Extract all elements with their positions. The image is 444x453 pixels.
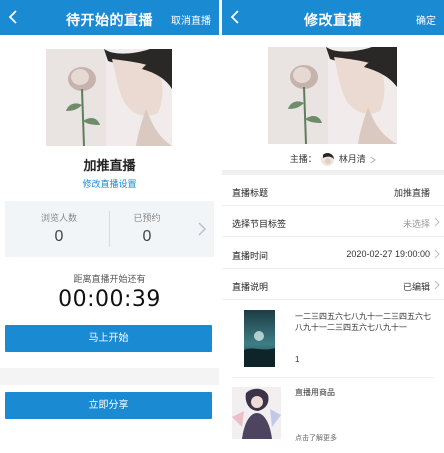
stat-views: 浏览人数 0 — [9, 201, 109, 257]
countdown-label: 距离直播开始还有 — [73, 274, 146, 284]
stat-value: 0 — [142, 228, 152, 245]
chevron-right-icon — [434, 249, 440, 259]
live-title: 加推直播 — [83, 158, 136, 173]
live-cover-image — [46, 49, 172, 146]
goods-title: 直播用商品 — [295, 388, 335, 397]
program-count: 1 — [295, 355, 300, 364]
row-label: 选择节目标签 — [232, 219, 287, 229]
navbar: 待开始的直播 取消直播 — [0, 0, 219, 35]
row-value: 加推直播 — [393, 188, 430, 198]
chevron-right-icon — [434, 280, 440, 290]
row-value: 已编辑 — [402, 282, 430, 292]
host-name: 林月清 — [338, 154, 366, 164]
chevron-right-icon — [198, 222, 206, 236]
stat-label: 浏览人数 — [40, 213, 77, 223]
cancel-live-button[interactable]: 取消直播 — [171, 12, 211, 27]
share-button[interactable]: 立即分享 — [5, 392, 212, 419]
row-program-tag[interactable]: 选择节目标签 未选择 — [222, 206, 444, 237]
stat-reservations: 已预约 0 — [97, 201, 197, 257]
program-thumbnail[interactable] — [244, 310, 275, 367]
row-label: 直播时间 — [232, 251, 269, 261]
divider — [232, 377, 434, 378]
avatar — [321, 153, 335, 167]
stat-label: 已预约 — [133, 213, 161, 223]
host-label: 主播： — [289, 154, 317, 164]
divider — [0, 368, 219, 385]
edit-live-settings-link[interactable]: 修改直播设置 — [0, 177, 219, 190]
screen-edit-live: 修改直播 确定 主播： 林月清 直播标题 加推直播 选择节目标签 未选择 直播时… — [222, 0, 444, 453]
countdown-timer: 00:00:39 — [58, 287, 161, 312]
live-cover-image[interactable] — [268, 47, 397, 144]
row-live-description[interactable]: 直播说明 已编辑 — [222, 269, 444, 300]
navbar: 修改直播 确定 — [222, 0, 444, 35]
chevron-right-icon — [434, 217, 440, 227]
goods-more-link[interactable]: 点击了解更多 — [295, 433, 337, 443]
row-value: 未选择 — [402, 219, 430, 229]
row-label: 直播说明 — [232, 282, 269, 292]
program-text: 一二三四五六七八九十一二三四五六七八九十一二三四五六七八九十一 — [295, 312, 431, 332]
page-title: 修改直播 — [304, 12, 362, 28]
stat-value: 0 — [54, 228, 64, 245]
row-label: 直播标题 — [232, 188, 269, 198]
screen-pending-live: 待开始的直播 取消直播 加推直播 修改直播设置 浏览人数 0 已预约 0 距离直… — [0, 0, 219, 453]
host-selector[interactable]: 主播： 林月清 — [222, 152, 444, 167]
goods-image[interactable] — [232, 387, 281, 439]
row-live-time[interactable]: 直播时间 2020-02-27 19:00:00 — [222, 238, 444, 269]
row-value: 2020-02-27 19:00:00 — [346, 249, 430, 259]
confirm-button[interactable]: 确定 — [416, 12, 436, 27]
stats-panel[interactable]: 浏览人数 0 已预约 0 — [5, 201, 214, 257]
row-live-title[interactable]: 直播标题 加推直播 — [222, 175, 444, 206]
chevron-right-icon — [370, 156, 377, 164]
start-now-button[interactable]: 马上开始 — [5, 325, 212, 352]
